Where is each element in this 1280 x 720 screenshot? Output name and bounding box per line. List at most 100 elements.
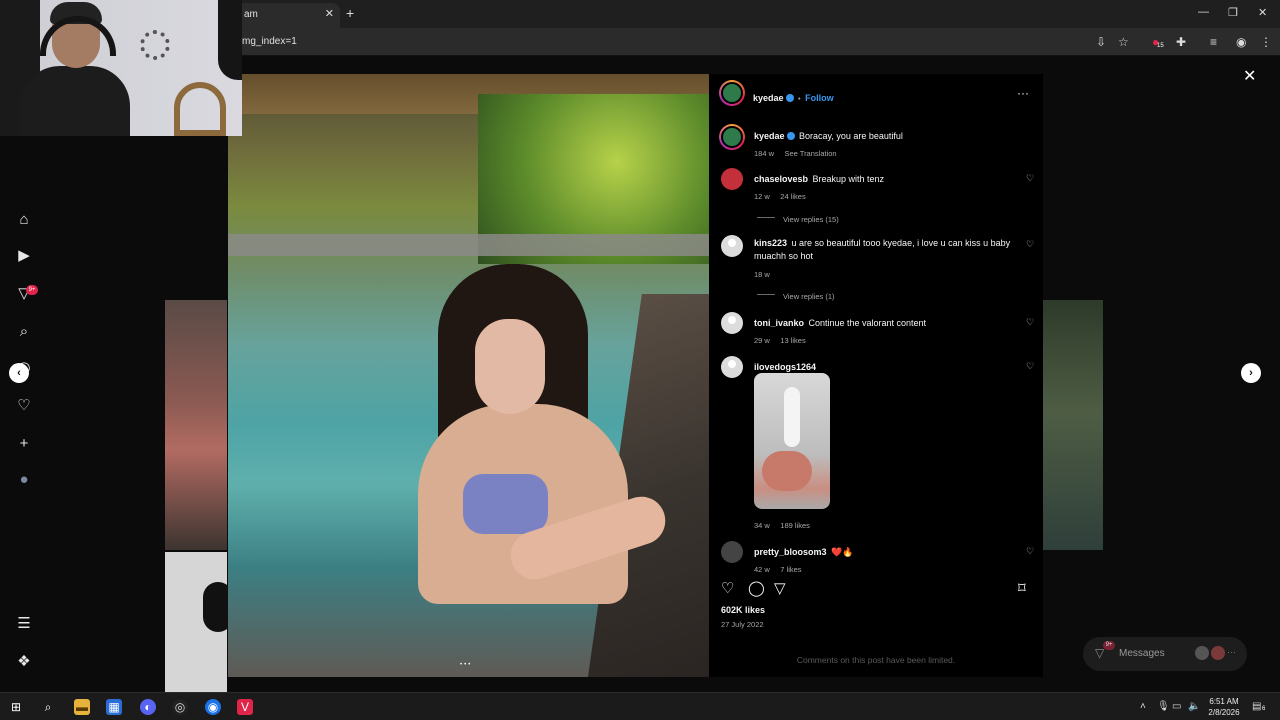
close-icon[interactable]: ✕ — [1243, 66, 1256, 86]
view-replies-button[interactable]: View replies (15) — [783, 215, 839, 224]
comment-age: 42 w — [754, 565, 770, 574]
caption-text: Boracay, you are beautiful — [798, 131, 903, 141]
discord-icon[interactable]: ◐ — [140, 699, 156, 715]
extensions-puzzle-icon[interactable]: ✚ — [1176, 35, 1186, 49]
post-date: 27 July 2022 — [721, 620, 764, 629]
next-post-button[interactable]: › — [1241, 363, 1261, 383]
see-translation-link[interactable]: See Translation — [784, 149, 836, 158]
install-app-icon[interactable]: ⇩ — [1096, 35, 1106, 49]
comment-avatar[interactable] — [721, 356, 743, 378]
browser-tab[interactable]: am ✕ — [236, 3, 340, 28]
extension-badge: 15 — [1157, 43, 1164, 49]
share-icon[interactable]: ▽ — [774, 579, 786, 597]
comment-likes[interactable]: 189 likes — [780, 521, 810, 530]
author-username[interactable]: kyedae — [753, 93, 784, 103]
file-explorer-icon[interactable]: ▬ — [74, 699, 90, 715]
window-close-button[interactable]: ✕ — [1258, 6, 1267, 19]
reels-icon[interactable]: ▶ — [14, 246, 34, 266]
microphone-icon[interactable]: 🎙 — [1157, 701, 1170, 712]
comment-username[interactable]: pretty_bloosom3 — [754, 547, 827, 557]
messages-avatar — [1195, 646, 1209, 660]
profile-icon[interactable]: ◉ — [1236, 35, 1246, 49]
comment-text: u are so beautiful tooo kyedae, i love u… — [754, 238, 1011, 261]
tray-expand-icon[interactable]: ˄ — [1140, 701, 1146, 712]
post-options-icon[interactable]: ··· — [1017, 86, 1029, 100]
comment-text: ❤️🔥 — [830, 547, 854, 557]
view-replies-button[interactable]: View replies (1) — [783, 292, 835, 301]
messages-more-icon: ··· — [1227, 647, 1236, 657]
comment-like-icon[interactable]: ♡ — [1026, 239, 1034, 250]
comment-age: 18 w — [754, 270, 770, 279]
author-avatar[interactable] — [719, 80, 745, 106]
direct-badge: 9+ — [26, 285, 38, 295]
volume-icon[interactable]: 🔈 — [1188, 701, 1200, 712]
comment-like-icon[interactable]: ♡ — [1026, 317, 1034, 328]
url-field[interactable]: mg_index=1 — [242, 36, 297, 47]
browser-menu-icon[interactable]: ⋮ — [1260, 35, 1272, 49]
comment-likes[interactable]: 13 likes — [780, 336, 805, 345]
home-icon[interactable]: ⌂ — [14, 210, 34, 230]
save-bookmark-icon[interactable]: ⌑ — [1018, 579, 1026, 597]
comment-username[interactable]: kins223 — [754, 238, 787, 248]
post-photo[interactable]: ••• — [228, 74, 709, 677]
comment-username[interactable]: chaselovesb — [754, 174, 808, 184]
comment-username[interactable]: toni_ivanko — [754, 318, 804, 328]
comment-username[interactable]: ilovedogs1264 — [754, 362, 816, 372]
caption-username[interactable]: kyedae — [754, 131, 785, 141]
background-post-left-lower — [165, 552, 233, 692]
previous-post-button[interactable]: ‹ — [9, 363, 29, 383]
notifications-icon[interactable]: ♡ — [14, 396, 34, 416]
comments-limited-notice: Comments on this post have been limited. — [796, 655, 956, 665]
window-minimize-button[interactable]: — — [1198, 6, 1209, 18]
search-icon[interactable]: ⌕ — [40, 699, 56, 715]
comment-like-icon[interactable]: ♡ — [1026, 546, 1034, 557]
system-clock[interactable]: 6:51 AM 2/8/2026 — [1203, 696, 1245, 718]
comment-icon[interactable]: ◯ — [748, 579, 765, 597]
window-restore-button[interactable]: ❐ — [1228, 6, 1238, 19]
notification-count: 6 — [1262, 706, 1266, 712]
caption-avatar[interactable] — [719, 124, 745, 150]
messages-badge: 9+ — [1103, 641, 1115, 650]
chrome-icon[interactable]: ◉ — [205, 699, 221, 715]
comment-like-icon[interactable]: ♡ — [1026, 361, 1034, 372]
new-tab-button[interactable]: + — [346, 5, 354, 21]
comment-like-icon[interactable]: ♡ — [1026, 173, 1034, 184]
comment-age: 29 w — [754, 336, 770, 345]
threads-icon[interactable]: ❖ — [14, 652, 34, 672]
notifications-icon[interactable]: ▤ — [1252, 701, 1261, 712]
tab-close-icon[interactable]: ✕ — [325, 7, 334, 20]
obs-icon[interactable]: ◎ — [172, 699, 188, 715]
follow-button[interactable]: Follow — [805, 93, 834, 103]
media-control-icon[interactable]: ≡ — [1210, 35, 1217, 49]
more-menu-icon[interactable]: ☰ — [14, 614, 34, 634]
search-icon[interactable]: ⌕ — [14, 322, 34, 342]
likes-count[interactable]: 602K likes — [721, 605, 765, 615]
comment-text: Breakup with tenz — [812, 174, 885, 184]
store-icon[interactable]: ▦ — [106, 699, 122, 715]
verified-icon — [785, 94, 794, 102]
comment-avatar[interactable] — [721, 168, 743, 190]
comment-avatar[interactable] — [721, 312, 743, 334]
like-icon[interactable]: ♡ — [721, 579, 734, 597]
screen: { "browser": { "tab_title": "am", "tab_c… — [0, 0, 1280, 720]
valorant-icon[interactable]: V — [237, 699, 253, 715]
comments-panel: kyedae • Follow ··· kyedae Boracay, you … — [709, 74, 1043, 677]
background-post-right — [1043, 300, 1103, 550]
webcam-overlay — [0, 0, 242, 136]
messages-avatar — [1211, 646, 1225, 660]
comment-likes[interactable]: 7 likes — [780, 565, 801, 574]
comment-gif-image[interactable] — [754, 373, 830, 509]
bookmark-star-icon[interactable]: ☆ — [1118, 35, 1129, 49]
create-icon[interactable]: + — [14, 434, 34, 454]
comment-avatar[interactable] — [721, 235, 743, 257]
clock-time: 6:51 AM — [1209, 697, 1239, 706]
verified-icon — [786, 132, 795, 140]
windows-start-icon[interactable]: ⊞ — [8, 699, 24, 715]
caption-age: 184 w — [754, 149, 775, 158]
messages-button[interactable]: ▽ 9+ Messages ··· — [1083, 637, 1247, 671]
comment-likes[interactable]: 24 likes — [780, 192, 805, 201]
messages-label: Messages — [1119, 648, 1165, 659]
profile-avatar-icon[interactable]: ● — [14, 470, 34, 490]
network-icon[interactable]: ▭ — [1172, 701, 1181, 712]
comment-avatar[interactable] — [721, 541, 743, 563]
